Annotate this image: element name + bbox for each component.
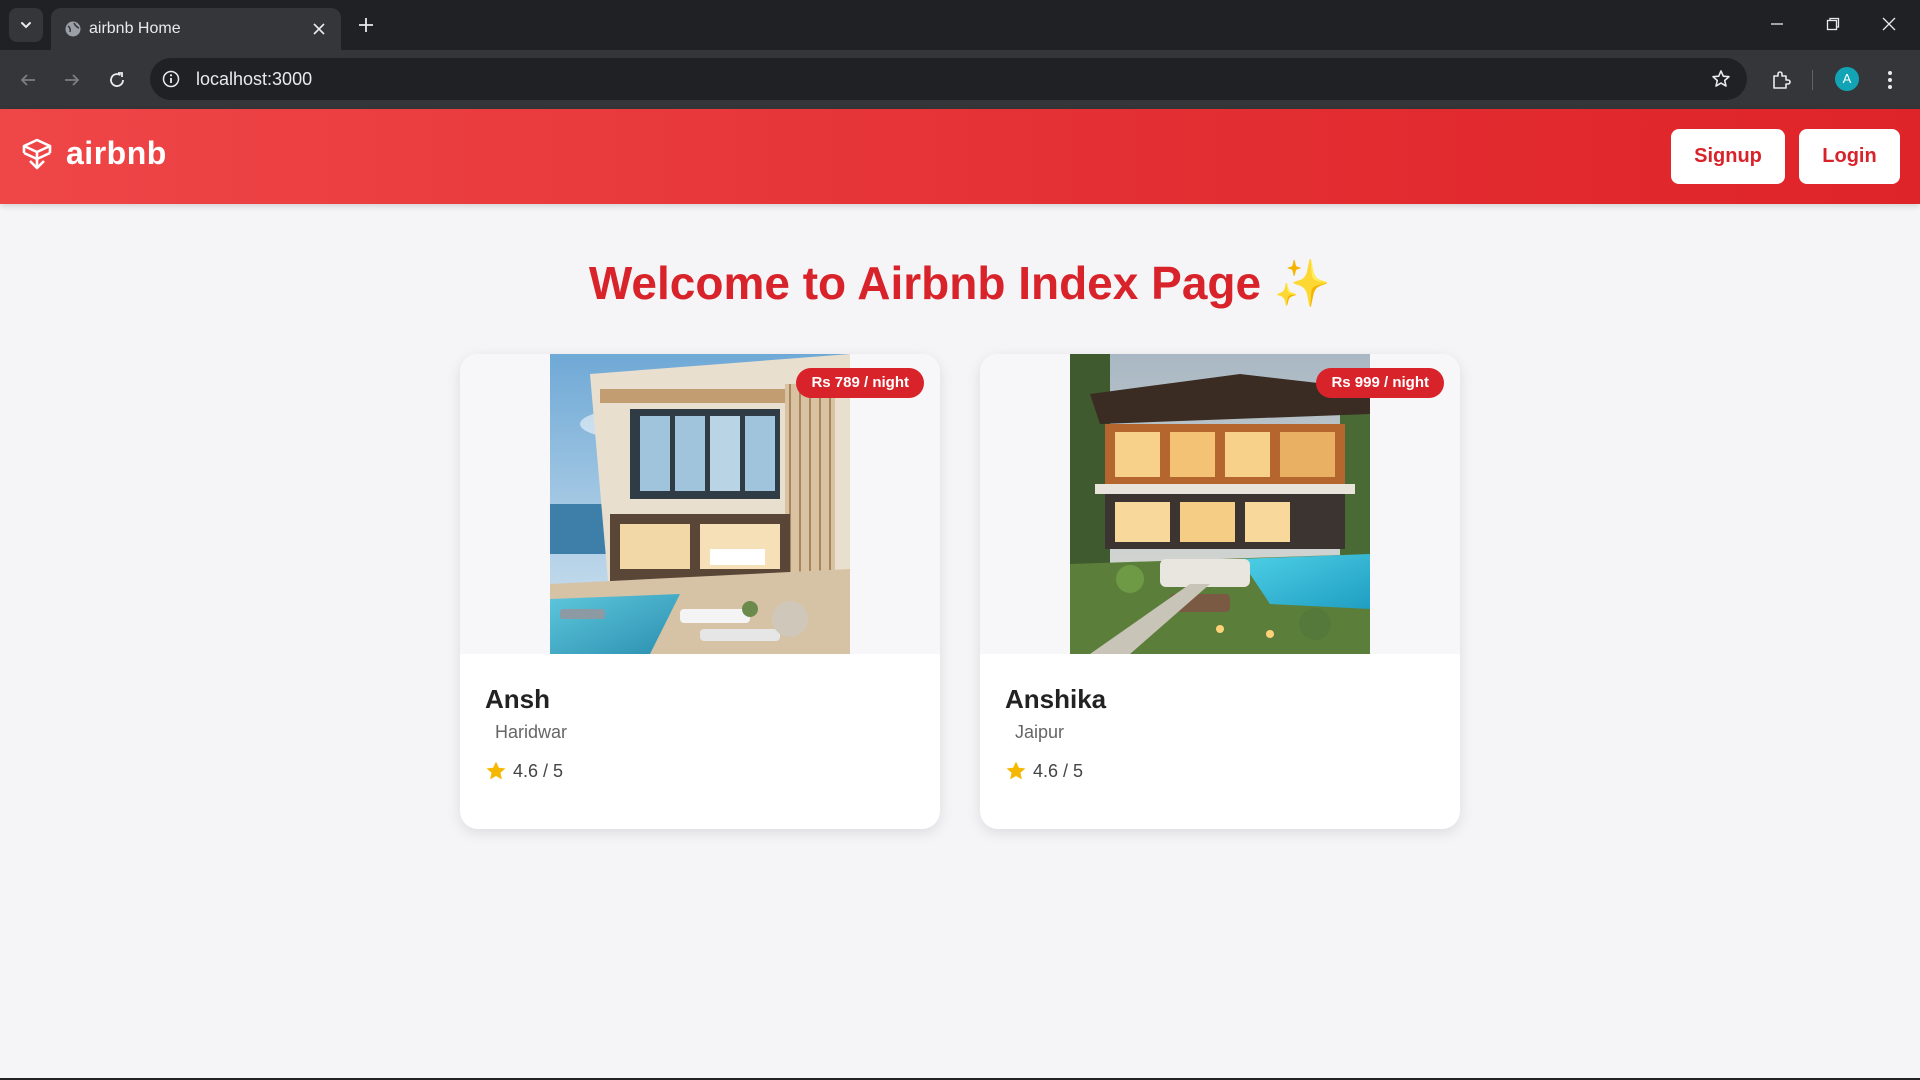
restore-button[interactable] (1805, 6, 1861, 42)
listing-media: Rs 789 / night (460, 354, 940, 654)
price-badge: Rs 789 / night (796, 368, 924, 398)
listing-image (1070, 354, 1370, 654)
back-button[interactable] (12, 64, 44, 96)
extensions-button[interactable] (1765, 64, 1797, 96)
star-icon (1006, 761, 1026, 780)
reload-icon (110, 72, 124, 87)
reload-button[interactable] (101, 64, 133, 96)
tab-title: airbnb Home (89, 20, 181, 37)
rating-value: 4.6 / 5 (1033, 761, 1084, 781)
price-badge: Rs 999 / night (1316, 368, 1444, 398)
profile-avatar[interactable]: A (1835, 67, 1859, 91)
signup-button[interactable]: Signup (1671, 129, 1785, 184)
close-icon (1882, 17, 1896, 31)
site-navbar: airbnb Signup Login (0, 109, 1920, 204)
close-icon[interactable] (307, 17, 331, 41)
globe-icon (63, 19, 83, 39)
toolbar-divider (1812, 70, 1813, 90)
browser-toolbar: localhost:3000 (0, 50, 1920, 109)
browser-tabstrip: airbnb Home (0, 0, 1920, 50)
listing-title: Anshika (1005, 684, 1107, 714)
info-icon[interactable] (160, 68, 182, 90)
browser-tab-active[interactable]: airbnb Home (51, 8, 341, 50)
login-button[interactable]: Login (1799, 129, 1900, 184)
box-logo-icon (22, 138, 52, 169)
new-tab-button[interactable] (352, 11, 380, 39)
browser-menu-button[interactable] (1874, 64, 1906, 96)
minimize-button[interactable] (1749, 6, 1805, 42)
plus-icon (359, 18, 373, 32)
tab-search-button[interactable] (9, 8, 43, 42)
logo-text: airbnb (66, 135, 167, 171)
listing-card[interactable]: Rs 999 / night Anshika Jaipur 4.6 / 5 (980, 354, 1460, 829)
arrow-right-icon (65, 74, 80, 86)
listing-rating: 4.6 / 5 (1005, 760, 1083, 782)
chevron-down-icon (21, 22, 31, 29)
star-icon (486, 761, 506, 780)
listing-card[interactable]: Rs 789 / night Ansh Haridwar 4.6 / 5 (460, 354, 940, 829)
rating-value: 4.6 / 5 (513, 761, 564, 781)
listing-location: Jaipur (1015, 722, 1065, 742)
address-url: localhost:3000 (196, 69, 313, 89)
listing-media: Rs 999 / night (980, 354, 1460, 654)
window-close-button[interactable] (1861, 6, 1917, 42)
forward-button[interactable] (56, 64, 88, 96)
listing-rating: 4.6 / 5 (485, 760, 563, 782)
puzzle-icon (1773, 71, 1791, 89)
minimize-icon (1771, 23, 1783, 25)
arrow-left-icon (20, 74, 35, 86)
restore-icon (1826, 17, 1840, 31)
listing-image (550, 354, 850, 654)
star-bookmark-icon[interactable] (1709, 67, 1733, 91)
page-title: Welcome to Airbnb Index Page ✨ (588, 257, 1332, 309)
site-logo[interactable]: airbnb (20, 135, 167, 172)
listing-title: Ansh (485, 684, 550, 714)
listing-location: Haridwar (495, 722, 568, 742)
address-bar[interactable]: localhost:3000 (150, 58, 1747, 100)
more-vertical-icon (1888, 71, 1892, 89)
